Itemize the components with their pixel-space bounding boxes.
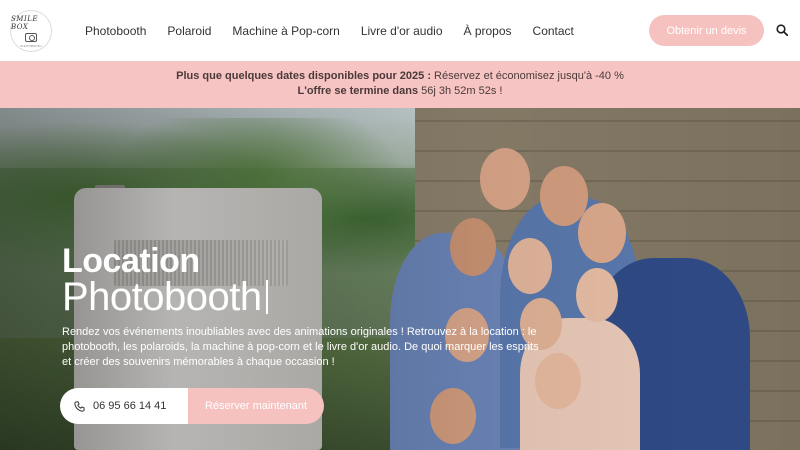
phone-icon [74, 400, 85, 412]
nav-item-popcorn[interactable]: Machine à Pop-corn [232, 24, 339, 38]
hero-title-word: Photobooth [62, 275, 262, 319]
hero-description: Rendez vos événements inoubliables avec … [62, 326, 539, 368]
hero-title-line-2: Photobooth [62, 276, 268, 318]
promo-line-1-bold: Plus que quelques dates disponibles pour… [176, 70, 431, 82]
nav-item-livre-dor[interactable]: Livre d'or audio [361, 24, 443, 38]
promo-line-2-bold: L'offre se termine dans [297, 85, 419, 97]
logo-subtext: PHOTOBOOTH [20, 43, 42, 48]
promo-line-2: L'offre se termine dans 56j 3h 52m 52s ! [0, 84, 800, 99]
promo-line-1: Plus que quelques dates disponibles pour… [0, 69, 800, 84]
hero: Location Photobooth Rendez vos événement… [0, 108, 800, 450]
promo-line-1-rest: Réservez et économisez jusqu'à -40 % [431, 70, 624, 82]
search-icon[interactable] [776, 24, 788, 36]
book-now-button[interactable]: Réserver maintenant [188, 388, 324, 424]
nav-item-photobooth[interactable]: Photobooth [85, 24, 146, 38]
nav-item-polaroid[interactable]: Polaroid [167, 24, 211, 38]
phone-number: 06 95 66 14 41 [93, 400, 167, 412]
quote-button[interactable]: Obtenir un devis [649, 15, 764, 46]
main-nav: Photobooth Polaroid Machine à Pop-corn L… [85, 0, 595, 61]
nav-item-contact[interactable]: Contact [533, 24, 574, 38]
logo[interactable]: SMILE BOX PHOTOBOOTH [10, 10, 52, 52]
typing-caret [265, 280, 268, 314]
promo-banner: Plus que quelques dates disponibles pour… [0, 61, 800, 108]
site-header: SMILE BOX PHOTOBOOTH Photobooth Polaroid… [0, 0, 800, 61]
logo-text: SMILE BOX [11, 14, 38, 31]
phone-button[interactable]: 06 95 66 14 41 [60, 388, 188, 424]
countdown-timer: 56j 3h 52m 52s ! [418, 85, 503, 97]
camera-icon [25, 32, 37, 42]
nav-item-about[interactable]: À propos [464, 24, 512, 38]
hero-title-line-1: Location [62, 242, 200, 280]
